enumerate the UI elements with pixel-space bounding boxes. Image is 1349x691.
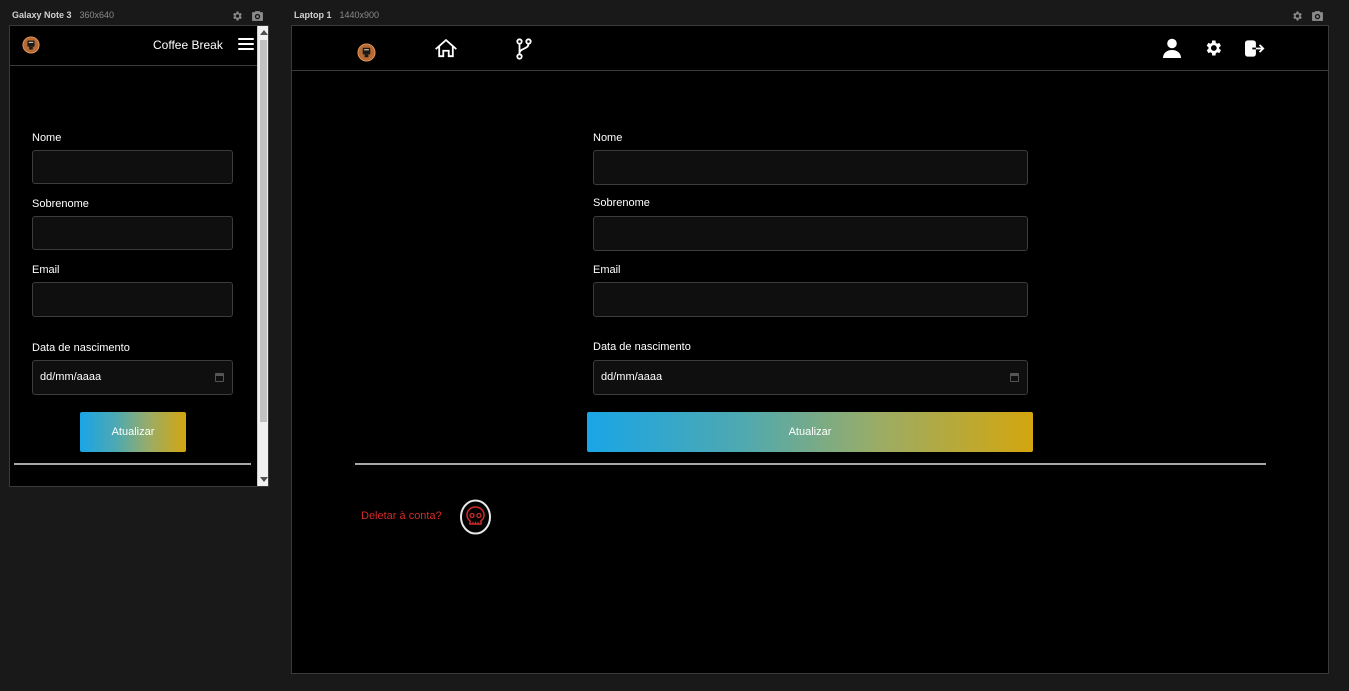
- nascimento-date-input[interactable]: dd/mm/aaaa: [593, 360, 1028, 395]
- home-icon[interactable]: [434, 37, 458, 59]
- scroll-down-icon[interactable]: [260, 477, 268, 482]
- nascimento-label: Data de nascimento: [32, 342, 130, 354]
- divider: [14, 463, 251, 465]
- divider: [355, 463, 1266, 465]
- nome-label: Nome: [32, 132, 62, 144]
- laptop-device-name: Laptop 1: [294, 10, 332, 20]
- gear-icon: [232, 11, 242, 20]
- scrollbar-thumb[interactable]: [260, 40, 267, 422]
- calendar-icon[interactable]: [1010, 373, 1019, 382]
- atualizar-button[interactable]: Atualizar: [587, 412, 1033, 452]
- laptop-gear-icon[interactable]: [1290, 9, 1303, 22]
- camera-icon: [1312, 10, 1323, 21]
- sobrenome-input[interactable]: [32, 216, 233, 250]
- mobile-device-label: Galaxy Note 3 360x640: [12, 10, 114, 20]
- skull-icon[interactable]: [460, 499, 491, 535]
- scroll-up-icon[interactable]: [260, 30, 268, 35]
- mobile-camera-icon[interactable]: [251, 9, 264, 22]
- nome-input[interactable]: [32, 150, 233, 184]
- calendar-icon[interactable]: [215, 373, 224, 382]
- mobile-navbar: Coffee Break: [10, 26, 257, 66]
- sobrenome-input[interactable]: [593, 216, 1028, 251]
- user-icon[interactable]: [1161, 37, 1183, 59]
- atualizar-button[interactable]: Atualizar: [80, 412, 186, 452]
- coffee-logo-icon[interactable]: [356, 42, 376, 62]
- brand-name[interactable]: Coffee Break: [153, 38, 223, 52]
- email-label: Email: [593, 264, 621, 276]
- gear-icon[interactable]: [1202, 37, 1224, 59]
- delete-account-text[interactable]: Deletar à conta?: [361, 510, 442, 522]
- git-branch-icon[interactable]: [514, 37, 534, 61]
- laptop-camera-icon[interactable]: [1311, 9, 1324, 22]
- laptop-device-dimensions: 1440x900: [339, 10, 380, 20]
- email-input[interactable]: [32, 282, 233, 317]
- logout-icon[interactable]: [1244, 38, 1266, 58]
- mobile-preview-frame: Coffee Break Nome Sobrenome Email Data d…: [9, 25, 269, 487]
- nome-input[interactable]: [593, 150, 1028, 185]
- laptop-preview-frame: Nome Sobrenome Email Data de nascimento …: [291, 25, 1329, 674]
- nascimento-label: Data de nascimento: [593, 341, 691, 353]
- date-placeholder: dd/mm/aaaa: [601, 371, 663, 383]
- hamburger-menu-icon[interactable]: [238, 37, 254, 51]
- mobile-device-dimensions: 360x640: [79, 10, 115, 20]
- date-placeholder: dd/mm/aaaa: [40, 371, 102, 383]
- mobile-device-name: Galaxy Note 3: [12, 10, 72, 20]
- mobile-scrollbar[interactable]: [257, 26, 268, 486]
- email-label: Email: [32, 264, 60, 276]
- laptop-device-label: Laptop 1 1440x900: [294, 10, 379, 20]
- email-input[interactable]: [593, 282, 1028, 317]
- nome-label: Nome: [593, 132, 623, 144]
- coffee-logo-icon[interactable]: [22, 36, 40, 54]
- sobrenome-label: Sobrenome: [32, 198, 89, 210]
- mobile-gear-icon[interactable]: [230, 9, 243, 22]
- laptop-navbar: [292, 26, 1328, 71]
- nascimento-date-input[interactable]: dd/mm/aaaa: [32, 360, 233, 395]
- sobrenome-label: Sobrenome: [593, 197, 650, 209]
- camera-icon: [252, 10, 263, 21]
- gear-icon: [1292, 11, 1302, 20]
